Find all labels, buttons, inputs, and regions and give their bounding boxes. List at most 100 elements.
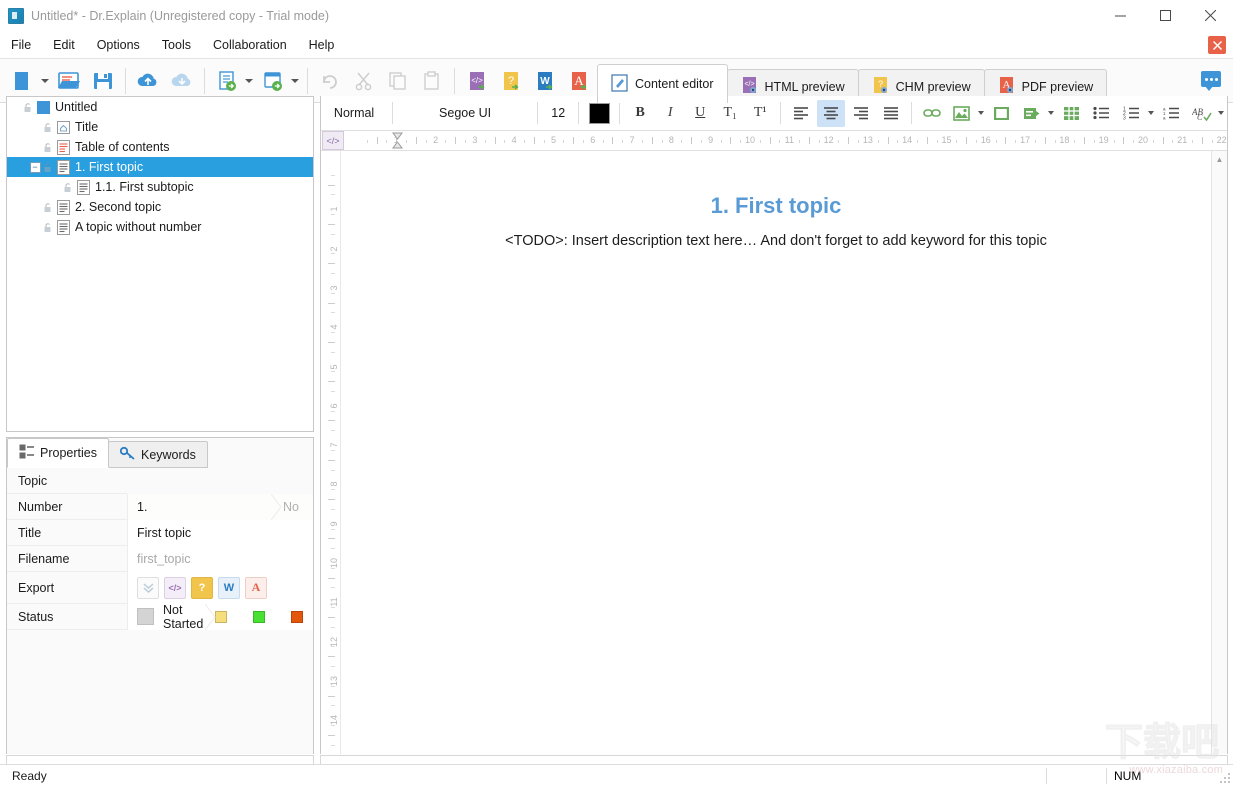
ruler-number: 6: [590, 135, 596, 145]
maximize-button[interactable]: [1143, 0, 1188, 31]
new-project-icon[interactable]: [8, 66, 38, 96]
export-html-icon[interactable]: </>: [164, 576, 186, 599]
insert-image-dropdown-icon[interactable]: [977, 111, 984, 115]
insert-image-icon[interactable]: [948, 100, 976, 127]
close-document-button[interactable]: [1208, 36, 1226, 54]
ruler-tick: [445, 140, 447, 143]
spellcheck-dropdown-icon[interactable]: [1217, 111, 1224, 115]
lock-icon[interactable]: [43, 202, 54, 213]
menu-item-file[interactable]: File: [0, 34, 42, 56]
export-word-icon[interactable]: W: [218, 576, 240, 599]
menu-item-options[interactable]: Options: [86, 34, 151, 56]
bold-button[interactable]: B: [626, 100, 654, 127]
tree-node[interactable]: 1.1. First subtopic: [7, 177, 313, 197]
ruler-number: 11: [329, 597, 339, 607]
export-chm-icon[interactable]: ?: [496, 66, 526, 96]
lock-icon[interactable]: [43, 222, 54, 233]
editor-vertical-scrollbar[interactable]: ▲: [1211, 151, 1227, 764]
export-pdf-icon[interactable]: A: [245, 576, 267, 599]
open-project-icon[interactable]: [54, 66, 84, 96]
numbered-list-icon[interactable]: 123: [1118, 100, 1146, 127]
capture-window-icon[interactable]: [258, 66, 288, 96]
menu-item-tools[interactable]: Tools: [151, 34, 202, 56]
lock-icon[interactable]: [23, 102, 34, 113]
spellcheck-icon[interactable]: AB C: [1188, 100, 1216, 127]
italic-button[interactable]: I: [656, 100, 684, 127]
save-project-icon[interactable]: [88, 66, 118, 96]
lock-icon[interactable]: [43, 122, 54, 133]
tree-node[interactable]: Untitled: [7, 97, 313, 117]
tree-node[interactable]: 2. Second topic: [7, 197, 313, 217]
font-family-select[interactable]: Segoe UI: [398, 106, 532, 120]
lock-icon[interactable]: [63, 182, 74, 193]
subscript-button[interactable]: T₁: [716, 100, 744, 127]
underline-button[interactable]: U: [686, 100, 714, 127]
export-html-icon[interactable]: </>: [462, 66, 492, 96]
insert-link-icon[interactable]: [918, 100, 946, 127]
insert-video-icon[interactable]: [988, 100, 1016, 127]
insert-callout-dropdown-icon[interactable]: [1047, 111, 1054, 115]
add-topic-icon[interactable]: [212, 66, 242, 96]
download-cloud-icon[interactable]: [167, 66, 197, 96]
capture-window-dropdown-icon[interactable]: [291, 78, 299, 83]
bullet-list-icon[interactable]: [1088, 100, 1116, 127]
paragraph-style-select[interactable]: Normal: [321, 106, 387, 120]
menu-item-help[interactable]: Help: [298, 34, 346, 56]
tab-keywords[interactable]: Keywords: [107, 441, 208, 468]
close-button[interactable]: [1188, 0, 1233, 31]
scroll-up-icon[interactable]: ▲: [1212, 151, 1227, 167]
tree-node[interactable]: − 1. First topic: [7, 157, 313, 177]
tab-content-editor[interactable]: Content editor: [597, 64, 728, 103]
tree-node[interactable]: Title: [7, 117, 313, 137]
export-word-icon[interactable]: W: [530, 66, 560, 96]
insert-callout-icon[interactable]: [1018, 100, 1046, 127]
tab-properties[interactable]: Properties: [7, 438, 109, 468]
copy-icon[interactable]: [383, 66, 413, 96]
ruler-tick: [415, 137, 417, 144]
multilevel-list-icon[interactable]: a1a: [1158, 100, 1186, 127]
align-center-icon[interactable]: [817, 99, 846, 127]
upload-cloud-icon[interactable]: [133, 66, 163, 96]
superscript-button[interactable]: T¹: [746, 100, 774, 127]
resize-grip[interactable]: [1219, 772, 1231, 784]
tree-node[interactable]: A topic without number: [7, 217, 313, 237]
menu-item-edit[interactable]: Edit: [42, 34, 86, 56]
undo-icon[interactable]: [315, 66, 345, 96]
text-color-button[interactable]: [585, 100, 613, 127]
property-row-title[interactable]: Title First topic: [7, 519, 313, 546]
html-source-toggle[interactable]: </>: [322, 131, 344, 150]
lock-icon[interactable]: [43, 142, 54, 153]
insert-table-icon[interactable]: [1058, 100, 1086, 127]
align-justify-icon[interactable]: [877, 100, 905, 127]
ruler-tick: [504, 140, 506, 143]
export-all-icon[interactable]: [137, 576, 159, 599]
new-project-dropdown-icon[interactable]: [41, 78, 49, 83]
cut-icon[interactable]: [349, 66, 379, 96]
property-row-filename[interactable]: Filename first_topic: [7, 545, 313, 572]
property-value-filename[interactable]: first_topic: [127, 545, 313, 572]
tree-node[interactable]: Table of contents: [7, 137, 313, 157]
topic-body-text[interactable]: <TODO>: Insert description text here… An…: [342, 233, 1210, 249]
minimize-button[interactable]: [1098, 0, 1143, 31]
tree-expander[interactable]: −: [29, 161, 41, 173]
topic-icon: [57, 159, 70, 175]
ruler-tick: [328, 420, 335, 422]
property-row-number[interactable]: Number 1. No: [7, 493, 313, 520]
export-chm-icon[interactable]: ?: [191, 576, 213, 599]
align-left-icon[interactable]: [787, 100, 815, 127]
lock-icon[interactable]: [43, 162, 54, 173]
font-size-select[interactable]: 12: [543, 106, 573, 120]
menu-item-collaboration[interactable]: Collaboration: [202, 34, 298, 56]
add-topic-dropdown-icon[interactable]: [245, 78, 253, 83]
status-swatch-complete[interactable]: [253, 610, 265, 623]
export-pdf-icon[interactable]: A: [564, 66, 594, 96]
horizontal-ruler-track[interactable]: 1 2 3 4 5 6 7 8 9 10 11 12 13 14 15 16 17 18 19 20 21 22: [345, 131, 1227, 150]
status-swatch-urgent[interactable]: [291, 610, 303, 623]
project-tree[interactable]: Untitled Title Table of contents − 1. First …: [7, 97, 313, 237]
numbered-list-dropdown-icon[interactable]: [1147, 111, 1154, 115]
align-right-icon[interactable]: [847, 100, 875, 127]
paste-icon[interactable]: [417, 66, 447, 96]
editor-canvas[interactable]: 1. First topic <TODO>: Insert descriptio…: [342, 151, 1210, 764]
property-value-title[interactable]: First topic: [127, 519, 313, 546]
comment-icon[interactable]: [1201, 71, 1221, 91]
